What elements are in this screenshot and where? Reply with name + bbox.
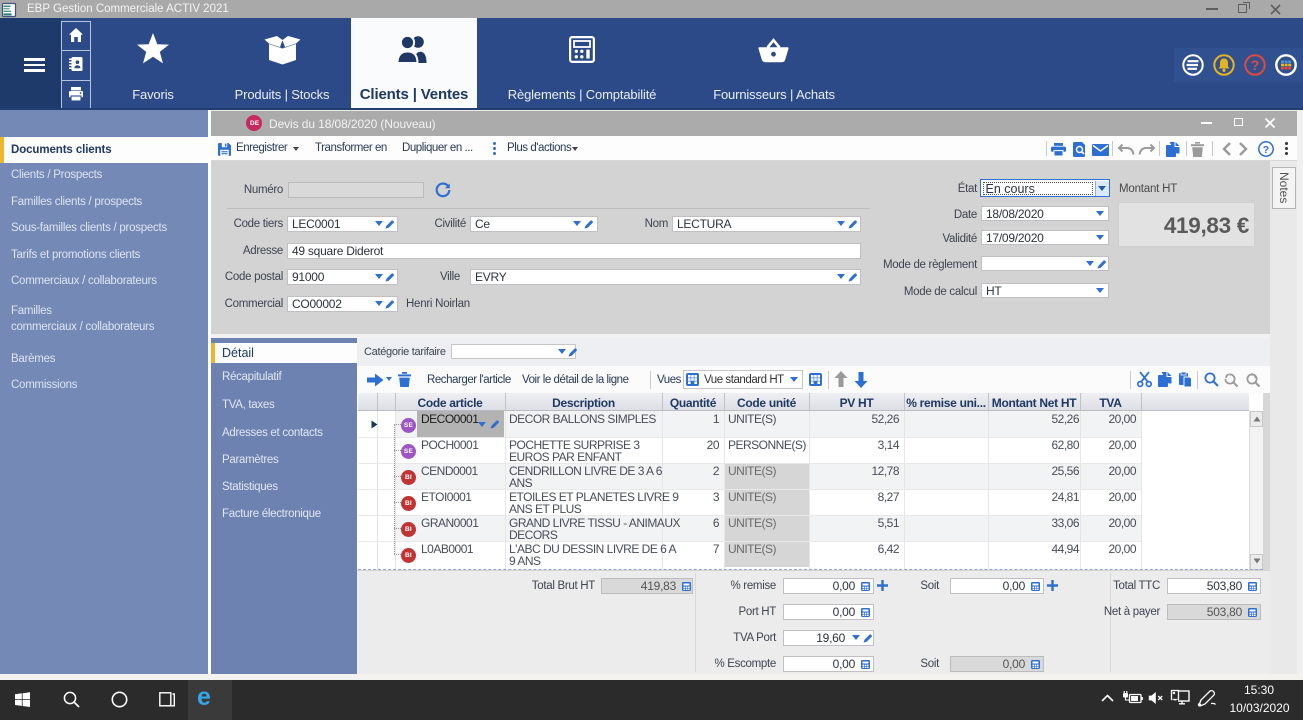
svg-text:?: ? <box>1263 144 1269 156</box>
svg-text:?: ? <box>1251 57 1260 73</box>
